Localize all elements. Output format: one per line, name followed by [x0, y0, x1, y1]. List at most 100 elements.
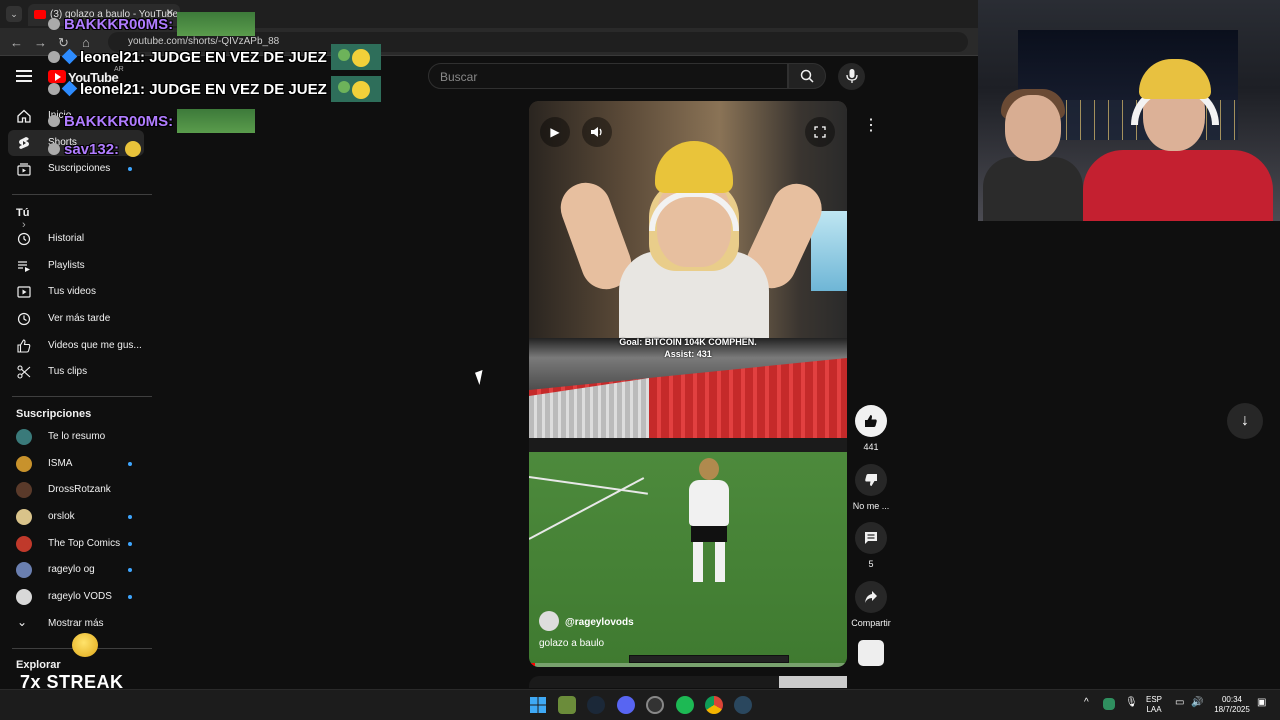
sidebar-item-label: Suscripciones [48, 163, 111, 174]
sidebar-sub-isma[interactable]: ISMA [0, 451, 152, 477]
channel-avatar [16, 562, 32, 578]
steam-icon[interactable] [734, 696, 752, 714]
comments-button[interactable] [855, 522, 887, 554]
tab-list-button[interactable]: ⌄ [6, 6, 22, 22]
network-icon[interactable]: ▭ [1175, 698, 1184, 708]
sidebar-item-label: Te lo resumo [48, 431, 106, 442]
sidebar-item-watch-later[interactable]: Ver más tarde [0, 306, 152, 332]
like-action[interactable]: 441 [850, 405, 892, 452]
share-action[interactable]: Compartir [850, 581, 892, 628]
fullscreen-button[interactable] [805, 117, 835, 147]
chrome-icon[interactable] [705, 696, 723, 714]
chat-username: BAKKKR00MS: [64, 113, 174, 130]
tray-app-icon[interactable] [1103, 698, 1115, 710]
share-button[interactable] [855, 581, 887, 613]
thumbs-up-icon [865, 415, 877, 427]
sidebar-sub-rageylo-og[interactable]: rageylo og [0, 557, 152, 583]
smile-emote-icon [125, 141, 142, 157]
sidebar-show-more[interactable]: ⌄ Mostrar más [0, 611, 152, 637]
seek-preview [629, 655, 789, 663]
channel-link[interactable]: @rageylovods [539, 611, 634, 631]
sidebar-subscriptions-heading: Suscripciones [16, 408, 92, 420]
sidebar-sub-te-lo-resumo[interactable]: Te lo resumo [0, 424, 152, 450]
clock[interactable]: 00:34 18/7/2025 [1212, 695, 1252, 715]
sidebar-sub-orslok[interactable]: orslok [0, 504, 152, 530]
lang-code: ESP [1146, 695, 1163, 704]
chat-text: JUDGE EN VEZ DE JUEZ [149, 49, 327, 66]
language-indicator[interactable]: ESP LAA [1146, 695, 1162, 715]
stream-goal-text: Goal: BITCOIN 104K COMPHEN. Assist: 431 [529, 336, 847, 360]
search-icon [800, 69, 814, 83]
dislike-action[interactable]: No me ... [850, 464, 892, 511]
channel-avatar [16, 536, 32, 552]
pepe-emote-icon [330, 76, 381, 102]
sidebar-divider [12, 194, 152, 195]
comment-count: 5 [868, 559, 874, 569]
sidebar-item-label: Historial [48, 233, 85, 244]
chat-message: leonel21: JUDGE EN VEZ DE JUEZ [48, 76, 381, 102]
new-content-dot [128, 167, 132, 171]
chat-username: leonel21: [80, 81, 146, 98]
sidebar-item-your-videos[interactable]: Tus videos [0, 279, 152, 305]
chat-message: BAKKKR00MS: [48, 109, 256, 133]
dislike-button[interactable] [855, 464, 887, 496]
search-button[interactable] [788, 63, 826, 89]
sidebar-sub-the-top-comics[interactable]: The Top Comics [0, 531, 152, 557]
youtube-favicon-icon [34, 10, 46, 19]
sidebar-divider [12, 396, 152, 397]
more-options-button[interactable]: ⋮ [858, 114, 884, 140]
steam-icon[interactable] [587, 696, 605, 714]
sound-thumbnail[interactable] [858, 640, 884, 666]
forward-icon[interactable]: → [34, 35, 47, 50]
chat-badge-icon [48, 115, 60, 127]
sidebar-item-subscriptions[interactable]: Suscripciones [0, 156, 152, 182]
chat-badge-icon [48, 18, 60, 30]
volume-button[interactable] [582, 117, 612, 147]
discord-icon[interactable] [617, 696, 635, 714]
speaker-icon[interactable]: 🔊 [1191, 698, 1203, 708]
sidebar-sub-rageylo-vods[interactable]: rageylo VODS [0, 584, 152, 610]
diamond-badge-icon [61, 80, 78, 97]
next-short-preview[interactable] [529, 676, 847, 688]
chat-message: sav132: [48, 141, 142, 158]
chevron-up-icon[interactable]: ^ [1084, 698, 1089, 708]
menu-icon[interactable] [16, 70, 32, 82]
screen: ⌄ (3) golazo a baulo - YouTube ✕ ← → ↻ ⌂… [0, 0, 1280, 720]
like-button[interactable] [855, 405, 887, 437]
comments-action[interactable]: 5 [850, 522, 892, 569]
voice-search-button[interactable] [838, 63, 865, 90]
windows-start-icon[interactable] [529, 696, 547, 714]
play-button[interactable]: ▶ [540, 117, 570, 147]
channel-avatar [16, 429, 32, 445]
football-player [679, 458, 739, 583]
sidebar-item-your-clips[interactable]: Tus clips [0, 359, 152, 385]
windows-taskbar: ^ 🎙 ESP LAA ▭ 🔊 00:34 18/7/2025 ▣ [0, 689, 1280, 720]
playlist-icon [18, 261, 30, 272]
progress-bar[interactable] [529, 663, 847, 667]
microphone-icon [846, 69, 858, 83]
obs-icon[interactable] [646, 696, 664, 714]
sidebar-sub-drossrotzank[interactable]: DrossRotzank [0, 477, 152, 503]
chat-badge-icon [48, 143, 60, 155]
home-icon [17, 109, 31, 123]
streamer-webcam [978, 0, 1280, 221]
chat-username: leonel21: [80, 49, 146, 66]
mouse-cursor [475, 370, 487, 385]
more-vertical-icon: ⋮ [863, 117, 879, 134]
sidebar-item-history[interactable]: Historial [0, 226, 152, 252]
diamond-badge-icon [61, 48, 78, 65]
back-icon[interactable]: ← [10, 35, 23, 50]
sidebar-item-playlists[interactable]: Playlists [0, 253, 152, 279]
notification-icon[interactable]: ▣ [1257, 698, 1266, 708]
shorts-icon [19, 137, 29, 149]
new-content-dot [128, 462, 132, 466]
sidebar-item-liked-videos[interactable]: Videos que me gus... [0, 333, 152, 359]
microphone-icon[interactable]: 🎙 [1125, 698, 1138, 708]
thumbs-up-icon [17, 339, 31, 353]
search-input[interactable]: Buscar [428, 63, 788, 89]
short-video-player[interactable]: Goal: BITCOIN 104K COMPHEN. Assist: 431 … [529, 101, 847, 667]
pitch-emote-icon [177, 12, 256, 36]
spotify-icon[interactable] [676, 696, 694, 714]
app-icon[interactable] [558, 696, 576, 714]
next-short-button[interactable]: ↓ [1227, 403, 1263, 439]
